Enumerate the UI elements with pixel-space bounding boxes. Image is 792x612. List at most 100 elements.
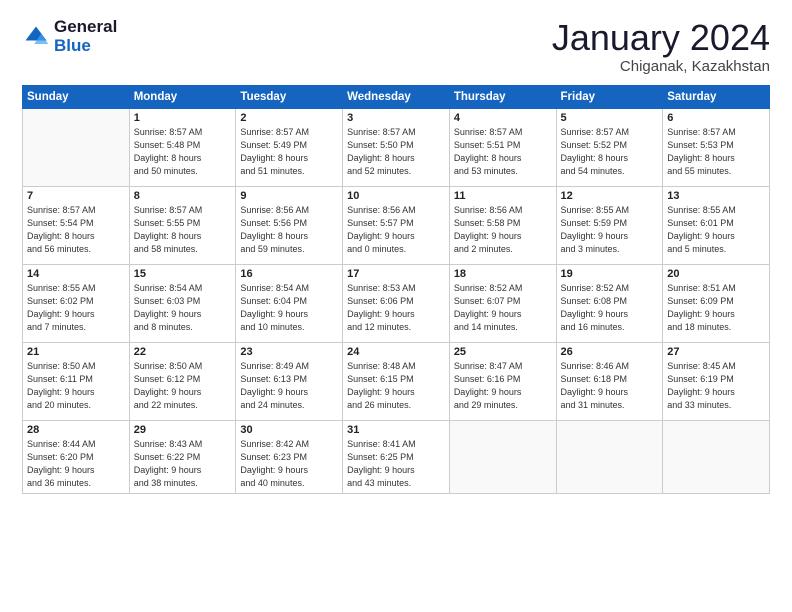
location: Chiganak, Kazakhstan xyxy=(552,58,770,75)
table-row: 23Sunrise: 8:49 AMSunset: 6:13 PMDayligh… xyxy=(236,342,343,420)
day-info: Sunrise: 8:52 AMSunset: 6:08 PMDaylight:… xyxy=(561,282,659,334)
day-number: 8 xyxy=(134,190,232,202)
day-info: Sunrise: 8:50 AMSunset: 6:11 PMDaylight:… xyxy=(27,360,125,412)
table-row: 5 Sunrise: 8:57 AMSunset: 5:52 PMDaylight… xyxy=(556,108,663,186)
day-info: Sunrise: 8:46 AMSunset: 6:18 PMDaylight:… xyxy=(561,360,659,412)
day-number: 17 xyxy=(347,268,445,280)
day-info: Sunrise: 8:43 AMSunset: 6:22 PMDaylight:… xyxy=(134,438,232,490)
day-info: Sunrise: 8:55 AMSunset: 5:59 PMDaylight:… xyxy=(561,204,659,256)
day-info: Sunrise: 8:42 AMSunset: 6:23 PMDaylight:… xyxy=(240,438,338,490)
day-number: 4 xyxy=(454,112,552,124)
day-info: Sunrise: 8:57 AMSunset: 5:54 PMDaylight:… xyxy=(27,204,125,256)
table-row: 3 Sunrise: 8:57 AMSunset: 5:50 PMDaylight… xyxy=(343,108,450,186)
day-info: Sunrise: 8:47 AMSunset: 6:16 PMDaylight:… xyxy=(454,360,552,412)
table-row: 12 Sunrise: 8:55 AMSunset: 5:59 PMDayligh… xyxy=(556,186,663,264)
table-row: 27 Sunrise: 8:45 AMSunset: 6:19 PMDayligh… xyxy=(663,342,770,420)
col-tuesday: Tuesday xyxy=(236,85,343,108)
calendar-week-0: 1 Sunrise: 8:57 AMSunset: 5:48 PMDaylight… xyxy=(23,108,770,186)
day-number: 28 xyxy=(27,424,125,436)
header: General Blue January 2024 Chiganak, Kaza… xyxy=(22,18,770,75)
day-number: 21 xyxy=(27,346,125,358)
day-number: 9 xyxy=(240,190,338,202)
table-row xyxy=(556,420,663,493)
table-row: 17 Sunrise: 8:53 AMSunset: 6:06 PMDayligh… xyxy=(343,264,450,342)
day-info: Sunrise: 8:56 AMSunset: 5:56 PMDaylight:… xyxy=(240,204,338,256)
col-wednesday: Wednesday xyxy=(343,85,450,108)
table-row: 8 Sunrise: 8:57 AMSunset: 5:55 PMDaylight… xyxy=(129,186,236,264)
day-number: 6 xyxy=(667,112,765,124)
calendar-week-3: 21 Sunrise: 8:50 AMSunset: 6:11 PMDayligh… xyxy=(23,342,770,420)
table-row: 1 Sunrise: 8:57 AMSunset: 5:48 PMDaylight… xyxy=(129,108,236,186)
table-row: 30 Sunrise: 8:42 AMSunset: 6:23 PMDayligh… xyxy=(236,420,343,493)
day-info: Sunrise: 8:51 AMSunset: 6:09 PMDaylight:… xyxy=(667,282,765,334)
day-number: 13 xyxy=(667,190,765,202)
table-row: 6Sunrise: 8:57 AMSunset: 5:53 PMDaylight… xyxy=(663,108,770,186)
col-friday: Friday xyxy=(556,85,663,108)
day-number: 24 xyxy=(347,346,445,358)
calendar-week-4: 28 Sunrise: 8:44 AMSunset: 6:20 PMDayligh… xyxy=(23,420,770,493)
day-info: Sunrise: 8:53 AMSunset: 6:06 PMDaylight:… xyxy=(347,282,445,334)
day-number: 10 xyxy=(347,190,445,202)
day-number: 5 xyxy=(561,112,659,124)
day-info: Sunrise: 8:55 AMSunset: 6:01 PMDaylight:… xyxy=(667,204,765,256)
logo-general-text: General xyxy=(54,18,117,37)
table-row: 24 Sunrise: 8:48 AMSunset: 6:15 PMDayligh… xyxy=(343,342,450,420)
table-row xyxy=(663,420,770,493)
table-row: 22Sunrise: 8:50 AMSunset: 6:12 PMDayligh… xyxy=(129,342,236,420)
day-info: Sunrise: 8:57 AMSunset: 5:50 PMDaylight:… xyxy=(347,126,445,178)
day-number: 1 xyxy=(134,112,232,124)
day-info: Sunrise: 8:44 AMSunset: 6:20 PMDaylight:… xyxy=(27,438,125,490)
table-row: 14Sunrise: 8:55 AMSunset: 6:02 PMDayligh… xyxy=(23,264,130,342)
day-info: Sunrise: 8:57 AMSunset: 5:55 PMDaylight:… xyxy=(134,204,232,256)
day-number: 27 xyxy=(667,346,765,358)
table-row xyxy=(23,108,130,186)
table-row: 21 Sunrise: 8:50 AMSunset: 6:11 PMDayligh… xyxy=(23,342,130,420)
table-row: 16 Sunrise: 8:54 AMSunset: 6:04 PMDayligh… xyxy=(236,264,343,342)
logo-blue-text: Blue xyxy=(54,37,117,56)
table-row: 20 Sunrise: 8:51 AMSunset: 6:09 PMDayligh… xyxy=(663,264,770,342)
day-number: 19 xyxy=(561,268,659,280)
day-info: Sunrise: 8:57 AMSunset: 5:49 PMDaylight:… xyxy=(240,126,338,178)
calendar-week-2: 14Sunrise: 8:55 AMSunset: 6:02 PMDayligh… xyxy=(23,264,770,342)
header-row: Sunday Monday Tuesday Wednesday Thursday… xyxy=(23,85,770,108)
day-number: 16 xyxy=(240,268,338,280)
day-number: 11 xyxy=(454,190,552,202)
day-number: 12 xyxy=(561,190,659,202)
table-row: 13 Sunrise: 8:55 AMSunset: 6:01 PMDayligh… xyxy=(663,186,770,264)
table-row: 28 Sunrise: 8:44 AMSunset: 6:20 PMDayligh… xyxy=(23,420,130,493)
day-info: Sunrise: 8:57 AMSunset: 5:51 PMDaylight:… xyxy=(454,126,552,178)
calendar-week-1: 7 Sunrise: 8:57 AMSunset: 5:54 PMDaylight… xyxy=(23,186,770,264)
day-number: 14 xyxy=(27,268,125,280)
table-row: 25 Sunrise: 8:47 AMSunset: 6:16 PMDayligh… xyxy=(449,342,556,420)
table-row: 9 Sunrise: 8:56 AMSunset: 5:56 PMDaylight… xyxy=(236,186,343,264)
day-number: 23 xyxy=(240,346,338,358)
day-info: Sunrise: 8:56 AMSunset: 5:58 PMDaylight:… xyxy=(454,204,552,256)
day-info: Sunrise: 8:57 AMSunset: 5:52 PMDaylight:… xyxy=(561,126,659,178)
day-number: 20 xyxy=(667,268,765,280)
day-number: 22 xyxy=(134,346,232,358)
day-number: 15 xyxy=(134,268,232,280)
table-row: 7 Sunrise: 8:57 AMSunset: 5:54 PMDaylight… xyxy=(23,186,130,264)
day-info: Sunrise: 8:45 AMSunset: 6:19 PMDaylight:… xyxy=(667,360,765,412)
day-info: Sunrise: 8:48 AMSunset: 6:15 PMDaylight:… xyxy=(347,360,445,412)
day-info: Sunrise: 8:54 AMSunset: 6:04 PMDaylight:… xyxy=(240,282,338,334)
month-title: January 2024 xyxy=(552,18,770,58)
calendar-table: Sunday Monday Tuesday Wednesday Thursday… xyxy=(22,85,770,494)
table-row: 18Sunrise: 8:52 AMSunset: 6:07 PMDayligh… xyxy=(449,264,556,342)
table-row: 11 Sunrise: 8:56 AMSunset: 5:58 PMDayligh… xyxy=(449,186,556,264)
col-saturday: Saturday xyxy=(663,85,770,108)
col-monday: Monday xyxy=(129,85,236,108)
table-row: 26 Sunrise: 8:46 AMSunset: 6:18 PMDayligh… xyxy=(556,342,663,420)
logo-icon xyxy=(22,23,50,51)
day-number: 25 xyxy=(454,346,552,358)
day-info: Sunrise: 8:57 AMSunset: 5:48 PMDaylight:… xyxy=(134,126,232,178)
day-number: 30 xyxy=(240,424,338,436)
col-thursday: Thursday xyxy=(449,85,556,108)
day-number: 7 xyxy=(27,190,125,202)
day-number: 26 xyxy=(561,346,659,358)
day-info: Sunrise: 8:52 AMSunset: 6:07 PMDaylight:… xyxy=(454,282,552,334)
day-number: 3 xyxy=(347,112,445,124)
table-row: 10Sunrise: 8:56 AMSunset: 5:57 PMDayligh… xyxy=(343,186,450,264)
logo: General Blue xyxy=(22,18,117,55)
day-info: Sunrise: 8:41 AMSunset: 6:25 PMDaylight:… xyxy=(347,438,445,490)
